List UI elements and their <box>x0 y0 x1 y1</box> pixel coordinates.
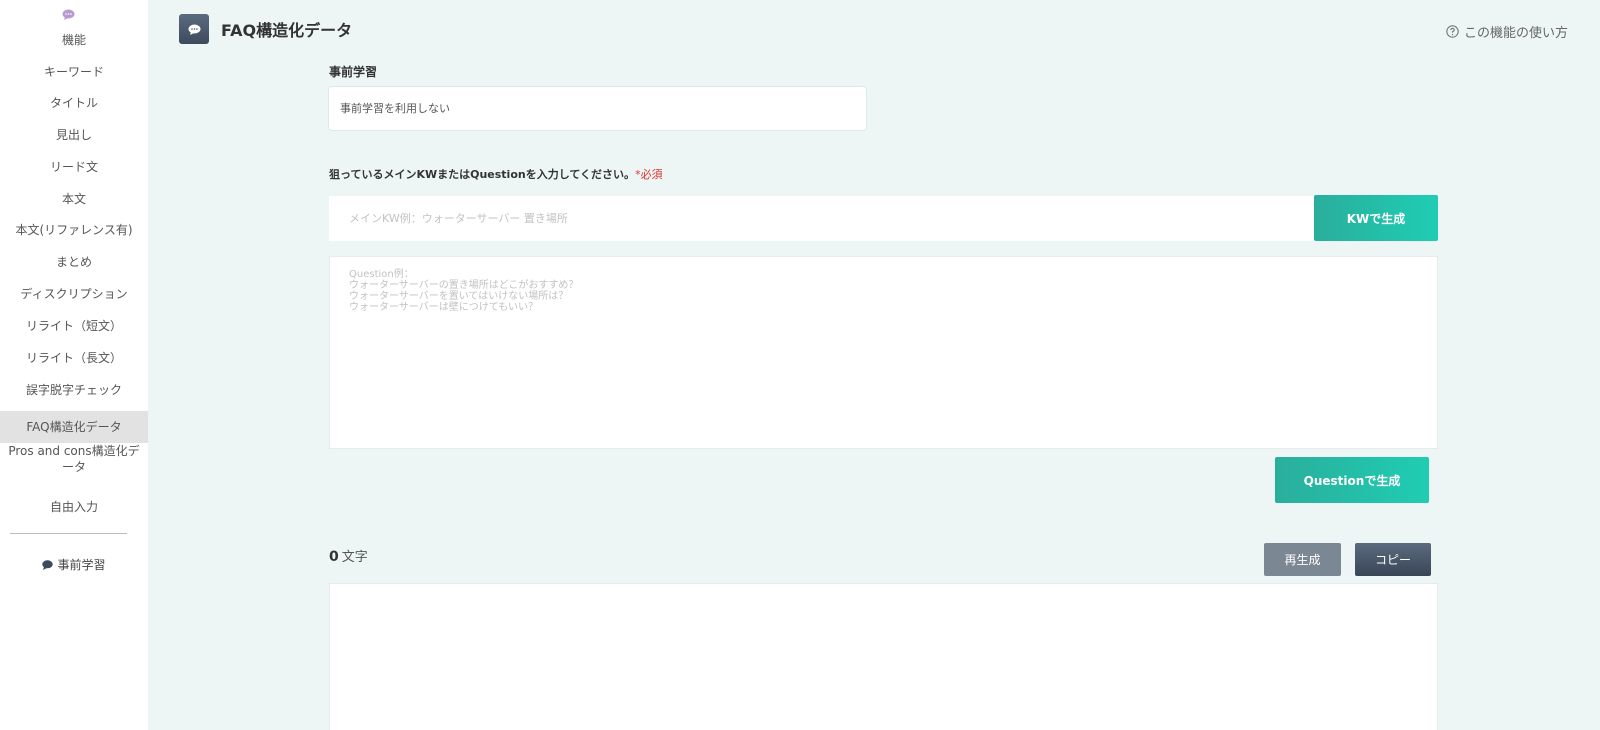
sidebar-item[interactable]: ディスクリプション <box>0 284 148 302</box>
feature-icon <box>179 14 209 44</box>
sidebar-item[interactable]: リライト（短文） <box>0 316 148 334</box>
sidebar-pre-learning-link[interactable]: 事前学習 <box>0 556 148 573</box>
question-textarea[interactable] <box>329 256 1438 449</box>
chat-bubble-icon <box>62 9 75 20</box>
sidebar-pre-learning-label: 事前学習 <box>57 558 106 572</box>
sidebar-item[interactable]: 誤字脱字チェック <box>0 380 148 398</box>
page-title: FAQ構造化データ <box>221 21 353 40</box>
char-count-unit: 文字 <box>341 550 368 565</box>
keyword-prompt: 狙っているメインKWまたはQuestionを入力してください。*必須 <box>329 166 663 182</box>
question-circle-icon <box>1446 25 1459 38</box>
output-area[interactable] <box>329 583 1438 730</box>
help-link[interactable]: この機能の使い方 <box>1446 22 1568 41</box>
pre-learning-label: 事前学習 <box>329 65 378 79</box>
sidebar-item[interactable]: 自由入力 <box>0 497 148 515</box>
sidebar-item[interactable]: キーワード <box>0 62 148 80</box>
pre-learning-select[interactable]: 事前学習を利用しない <box>328 86 867 131</box>
sidebar-divider <box>10 533 127 534</box>
sidebar-item[interactable]: リード文 <box>0 157 148 175</box>
regenerate-button[interactable]: 再生成 <box>1264 543 1341 576</box>
char-count: 0 文字 <box>329 546 368 565</box>
keyword-prompt-text: 狙っているメインKWまたはQuestionを入力してください。 <box>329 168 636 181</box>
generate-by-question-button[interactable]: Questionで生成 <box>1275 457 1429 503</box>
keyword-input[interactable] <box>329 196 1315 241</box>
chat-bubble-icon <box>42 560 54 570</box>
required-badge: *必須 <box>635 168 663 181</box>
sidebar-item[interactable]: FAQ構造化データ <box>0 411 148 443</box>
sidebar-item[interactable]: まとめ <box>0 252 148 270</box>
copy-button[interactable]: コピー <box>1355 543 1431 576</box>
help-link-label: この機能の使い方 <box>1463 26 1568 41</box>
sidebar-item[interactable]: リライト（長文） <box>0 348 148 366</box>
chat-bubble-icon <box>188 24 200 35</box>
sidebar-item[interactable]: タイトル <box>0 93 148 111</box>
generate-by-kw-button[interactable]: KWで生成 <box>1314 195 1438 241</box>
sidebar-item[interactable]: 本文(リファレンス有) <box>0 220 148 238</box>
sidebar-item[interactable]: Pros and cons構造化データ <box>0 443 148 475</box>
char-count-value: 0 <box>329 549 339 565</box>
sidebar-item[interactable]: 本文 <box>0 189 148 207</box>
sidebar-item[interactable]: 見出し <box>0 125 148 143</box>
sidebar-item: 機能 <box>61 33 86 47</box>
sidebar: 機能キーワードタイトル見出しリード文本文本文(リファレンス有) まとめディスクリプ… <box>0 0 148 730</box>
